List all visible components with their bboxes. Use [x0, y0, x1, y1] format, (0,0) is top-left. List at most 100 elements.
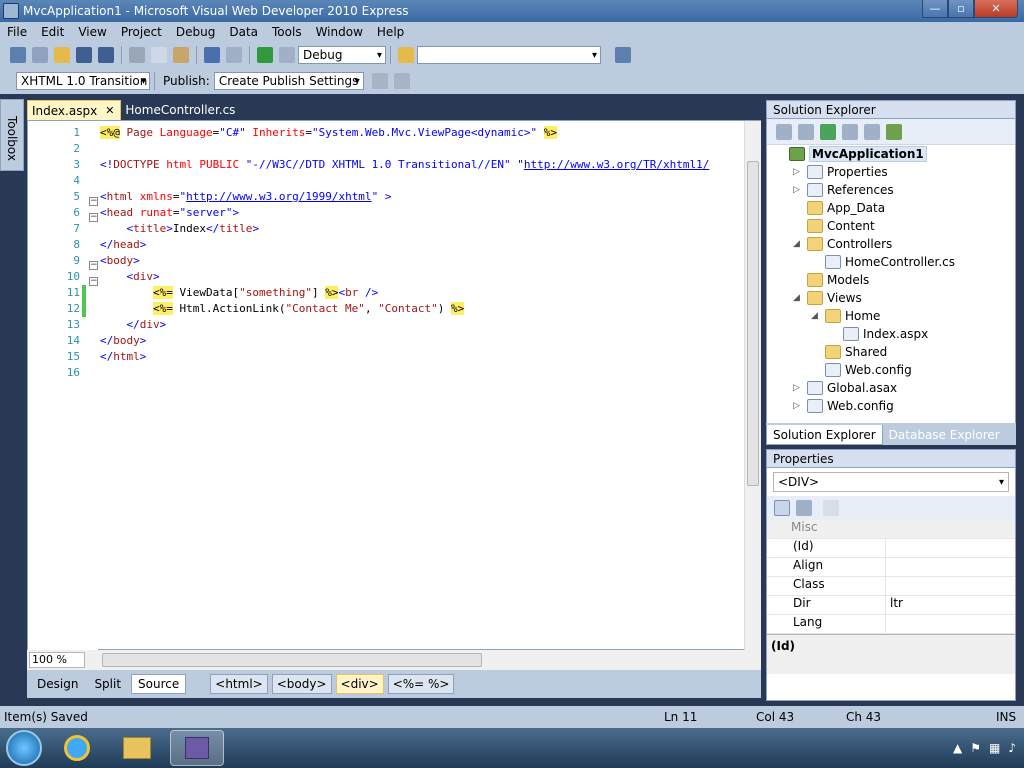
tree-item[interactable]: MvcApplication1 — [767, 145, 1015, 163]
property-value[interactable] — [885, 558, 1015, 576]
network-icon[interactable]: ▦ — [989, 741, 1000, 755]
tag-crumb-html[interactable]: <html> — [210, 674, 268, 694]
property-row[interactable]: Align — [767, 558, 1015, 577]
solution-config-dropdown[interactable]: Debug — [298, 46, 386, 64]
horizontal-scroll-thumb[interactable] — [102, 653, 482, 667]
expand-arrow-icon[interactable]: ▷ — [793, 185, 803, 195]
menu-tools[interactable]: Tools — [265, 25, 309, 39]
tree-item[interactable]: App_Data — [767, 199, 1015, 217]
tree-item[interactable]: ▷ Global.asax — [767, 379, 1015, 397]
web-config-tool-icon[interactable] — [886, 123, 902, 140]
code-line[interactable] — [100, 365, 740, 381]
code-line[interactable]: </body> — [100, 333, 740, 349]
expand-arrow-icon[interactable]: ◢ — [793, 239, 803, 249]
tree-item[interactable]: ▷ Properties — [767, 163, 1015, 181]
menu-help[interactable]: Help — [370, 25, 411, 39]
code-line[interactable]: </html> — [100, 349, 740, 365]
open-file-icon[interactable] — [54, 47, 70, 63]
menu-project[interactable]: Project — [114, 25, 169, 39]
find-in-files-icon[interactable] — [398, 47, 414, 63]
scroll-thumb[interactable] — [747, 161, 759, 486]
maximize-button[interactable]: ▫ — [948, 0, 974, 18]
save-icon[interactable] — [76, 47, 92, 63]
code-editor[interactable]: 1 <%@ Page Language="C#" Inherits="System… — [27, 120, 761, 651]
find-combo[interactable] — [417, 46, 601, 64]
close-tab-icon[interactable]: ✕ — [105, 104, 114, 117]
categorized-icon[interactable] — [774, 500, 790, 516]
property-value[interactable] — [885, 577, 1015, 595]
code-line[interactable] — [100, 173, 740, 189]
fold-toggle[interactable]: − — [89, 277, 98, 286]
attach-icon[interactable] — [279, 47, 295, 63]
volume-icon[interactable]: ♪ — [1008, 741, 1016, 755]
property-category[interactable]: Misc — [767, 520, 1015, 539]
save-all-icon[interactable] — [98, 47, 114, 63]
tag-crumb-div[interactable]: <div> — [335, 674, 384, 694]
view-code-icon[interactable] — [842, 123, 858, 140]
tree-item[interactable]: Shared — [767, 343, 1015, 361]
properties-icon[interactable] — [776, 123, 792, 140]
code-line[interactable]: <title>Index</title> — [100, 221, 740, 237]
cut-icon[interactable] — [129, 47, 145, 63]
code-line[interactable] — [100, 141, 740, 157]
tab-solution-explorer[interactable]: Solution Explorer — [766, 425, 883, 445]
action-center-icon[interactable]: ⚑ — [970, 741, 981, 755]
file-explorer-icon[interactable] — [110, 730, 164, 766]
property-row[interactable]: Lang — [767, 615, 1015, 634]
visual-web-developer-task[interactable] — [170, 730, 224, 766]
show-all-files-icon[interactable] — [798, 123, 814, 140]
tag-crumb-body[interactable]: <body> — [271, 674, 332, 694]
property-pages-icon[interactable] — [823, 500, 839, 516]
code-line[interactable]: </div> — [100, 317, 740, 333]
redo-icon[interactable] — [226, 47, 242, 63]
solution-explorer-icon[interactable] — [615, 47, 631, 63]
tree-item[interactable]: Content — [767, 217, 1015, 235]
zoom-dropdown[interactable]: 100 % — [29, 652, 85, 668]
fold-toggle[interactable]: − — [89, 213, 98, 222]
code-line[interactable]: </head> — [100, 237, 740, 253]
paste-icon[interactable] — [173, 47, 189, 63]
code-line[interactable]: <head runat="server"> — [100, 205, 740, 221]
code-line[interactable]: <%= ViewData["something"] %><br /> — [100, 285, 740, 301]
vertical-scrollbar[interactable] — [744, 121, 761, 651]
menu-data[interactable]: Data — [222, 25, 265, 39]
tree-item[interactable]: HomeController.cs — [767, 253, 1015, 271]
menu-debug[interactable]: Debug — [169, 25, 222, 39]
property-value[interactable] — [885, 539, 1015, 557]
fold-toggle[interactable]: − — [89, 197, 98, 206]
new-project-icon[interactable] — [10, 47, 26, 63]
tree-item[interactable]: ◢ Views — [767, 289, 1015, 307]
add-item-icon[interactable] — [32, 47, 48, 63]
menu-view[interactable]: View — [71, 25, 113, 39]
copy-icon[interactable] — [151, 47, 167, 63]
property-value[interactable]: ltr — [885, 596, 1015, 614]
menu-window[interactable]: Window — [309, 25, 370, 39]
alphabetical-icon[interactable] — [796, 500, 812, 516]
tab-index-aspx[interactable]: Index.aspx ✕ — [27, 100, 122, 120]
tag-crumb-code[interactable]: <%= %> — [387, 674, 455, 694]
tree-item[interactable]: Models — [767, 271, 1015, 289]
refresh-icon[interactable] — [820, 123, 836, 140]
property-value[interactable] — [885, 615, 1015, 633]
show-hidden-icons-icon[interactable]: ▲ — [953, 741, 962, 755]
property-row[interactable]: Dir ltr — [767, 596, 1015, 615]
code-line[interactable]: <%@ Page Language="C#" Inherits="System.… — [100, 125, 740, 141]
tree-item[interactable]: ▷ References — [767, 181, 1015, 199]
split-view-button[interactable]: Split — [88, 674, 127, 694]
close-window-button[interactable]: ✕ — [974, 0, 1018, 18]
code-line[interactable]: <div> — [100, 269, 740, 285]
code-line[interactable]: <body> — [100, 253, 740, 269]
tree-item[interactable]: ◢ Home — [767, 307, 1015, 325]
view-designer-icon[interactable] — [864, 123, 880, 140]
code-line[interactable]: <html xmlns="http://www.w3.org/1999/xhtm… — [100, 189, 740, 205]
tree-item[interactable]: ▷ Web.config — [767, 397, 1015, 415]
start-debugging-icon[interactable] — [257, 47, 273, 63]
expand-arrow-icon[interactable]: ▷ — [793, 401, 803, 411]
minimize-button[interactable]: — — [922, 0, 948, 18]
object-selector[interactable]: <DIV> — [773, 472, 1009, 492]
tab-database-explorer[interactable]: Database Explorer — [883, 425, 1006, 445]
menu-file[interactable]: File — [0, 25, 34, 39]
expand-arrow-icon[interactable]: ▷ — [793, 383, 803, 393]
doctype-dropdown[interactable]: XHTML 1.0 Transition — [16, 72, 150, 90]
source-view-button[interactable]: Source — [131, 674, 187, 694]
